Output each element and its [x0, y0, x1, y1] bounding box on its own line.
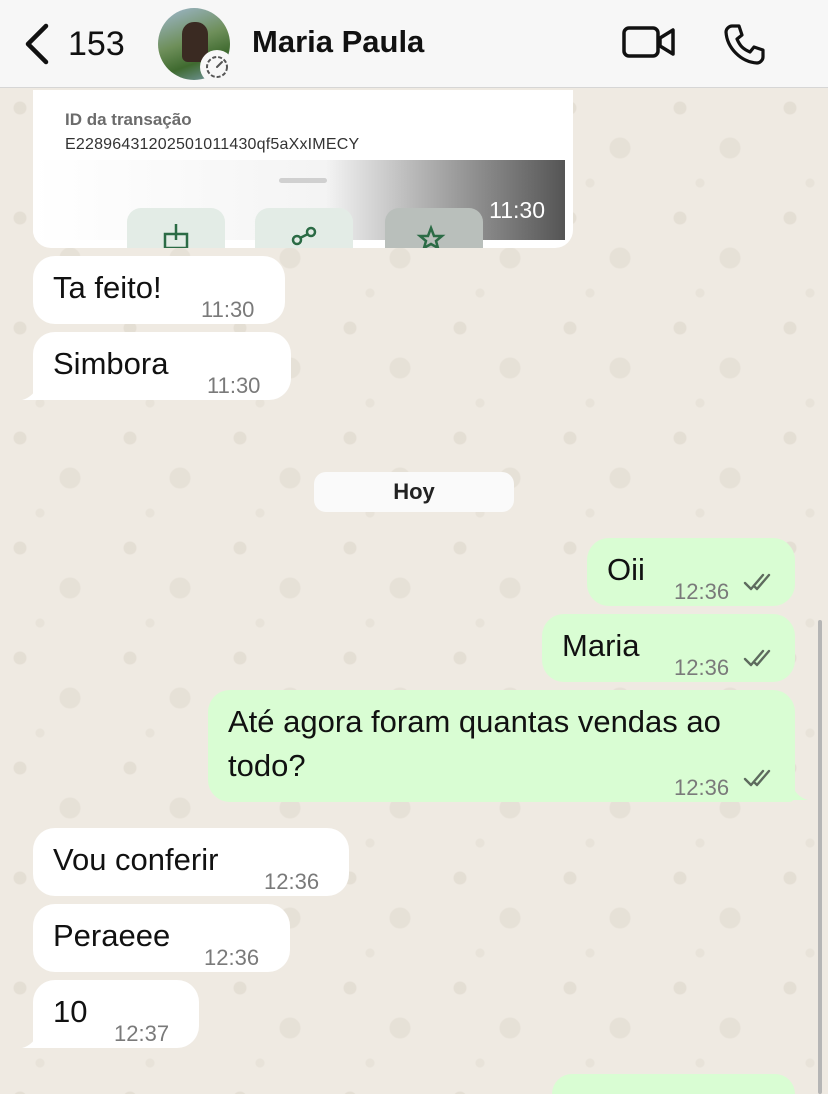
voice-call-button[interactable] [722, 22, 766, 71]
message-text: Oii [607, 552, 645, 587]
chevron-left-icon [25, 23, 49, 65]
incoming-message[interactable]: 10 12:37 [33, 980, 199, 1048]
message-time: 11:30 [489, 197, 545, 223]
message-text: 10 [53, 994, 88, 1029]
transaction-image-message[interactable]: ID da transação E2289643120250101143​0qf… [33, 90, 573, 248]
message-time: 12:36 [674, 579, 730, 604]
share-export-icon [127, 208, 225, 248]
outgoing-message[interactable]: Maria 12:36 [542, 614, 795, 682]
outgoing-message[interactable]: Oii 12:36 [587, 538, 795, 606]
phone-icon [724, 24, 765, 65]
bubble-tail [22, 1032, 44, 1048]
day-separator: Hoy [314, 472, 514, 512]
outgoing-message-partial[interactable] [552, 1074, 795, 1094]
video-call-button[interactable] [622, 22, 676, 67]
disappearing-timer-icon [200, 50, 234, 84]
chat-header: 153 Maria Paula [0, 0, 828, 88]
contact-name[interactable]: Maria Paula [252, 24, 424, 60]
bubble-tail [22, 384, 44, 400]
transaction-id-label: ID da transação [65, 110, 192, 129]
message-time: 12:36 [264, 869, 320, 894]
incoming-message[interactable]: Vou conferir 12:36 [33, 828, 349, 896]
bubble-tail [790, 784, 808, 800]
star-icon [385, 208, 483, 248]
outgoing-message[interactable]: Até agora foram quantas vendas ao todo? … [208, 690, 795, 802]
message-time: 12:36 [204, 945, 260, 970]
message-time: 11:30 [207, 373, 261, 398]
receipt-image: ID da transação E2289643120250101143​0qf… [33, 90, 565, 248]
incoming-message[interactable]: Simbora 11:30 [33, 332, 291, 400]
message-time: 12:36 [674, 775, 730, 800]
message-text: Vou conferir [53, 842, 219, 877]
message-text-line-1: Até agora foram quantas vendas ao [228, 704, 721, 739]
message-text: Simbora [53, 346, 169, 381]
unread-count: 153 [68, 24, 125, 63]
message-time: 12:37 [114, 1021, 170, 1046]
message-text: Maria [562, 628, 640, 663]
message-text-line-2: todo? [228, 748, 306, 783]
video-camera-icon [622, 26, 675, 58]
share-icon [255, 208, 353, 248]
incoming-message[interactable]: Ta feito! 11:30 [33, 256, 285, 324]
back-button[interactable]: 153 [22, 22, 125, 66]
read-receipt-icon [743, 573, 771, 591]
message-time: 11:30 [201, 297, 255, 322]
message-text: Ta feito! [53, 270, 162, 305]
incoming-message[interactable]: Peraeee 12:36 [33, 904, 290, 972]
message-text: Peraeee [53, 918, 171, 953]
message-time: 12:36 [674, 655, 730, 680]
avatar[interactable] [158, 8, 234, 84]
receipt-action-sheet [33, 160, 565, 248]
scrollbar[interactable] [818, 620, 822, 1094]
read-receipt-icon [743, 649, 771, 667]
transaction-id-value: E2289643120250101143​0qf5aXxIMECY [65, 136, 360, 153]
sheet-grip [279, 178, 327, 183]
read-receipt-icon [743, 769, 771, 787]
